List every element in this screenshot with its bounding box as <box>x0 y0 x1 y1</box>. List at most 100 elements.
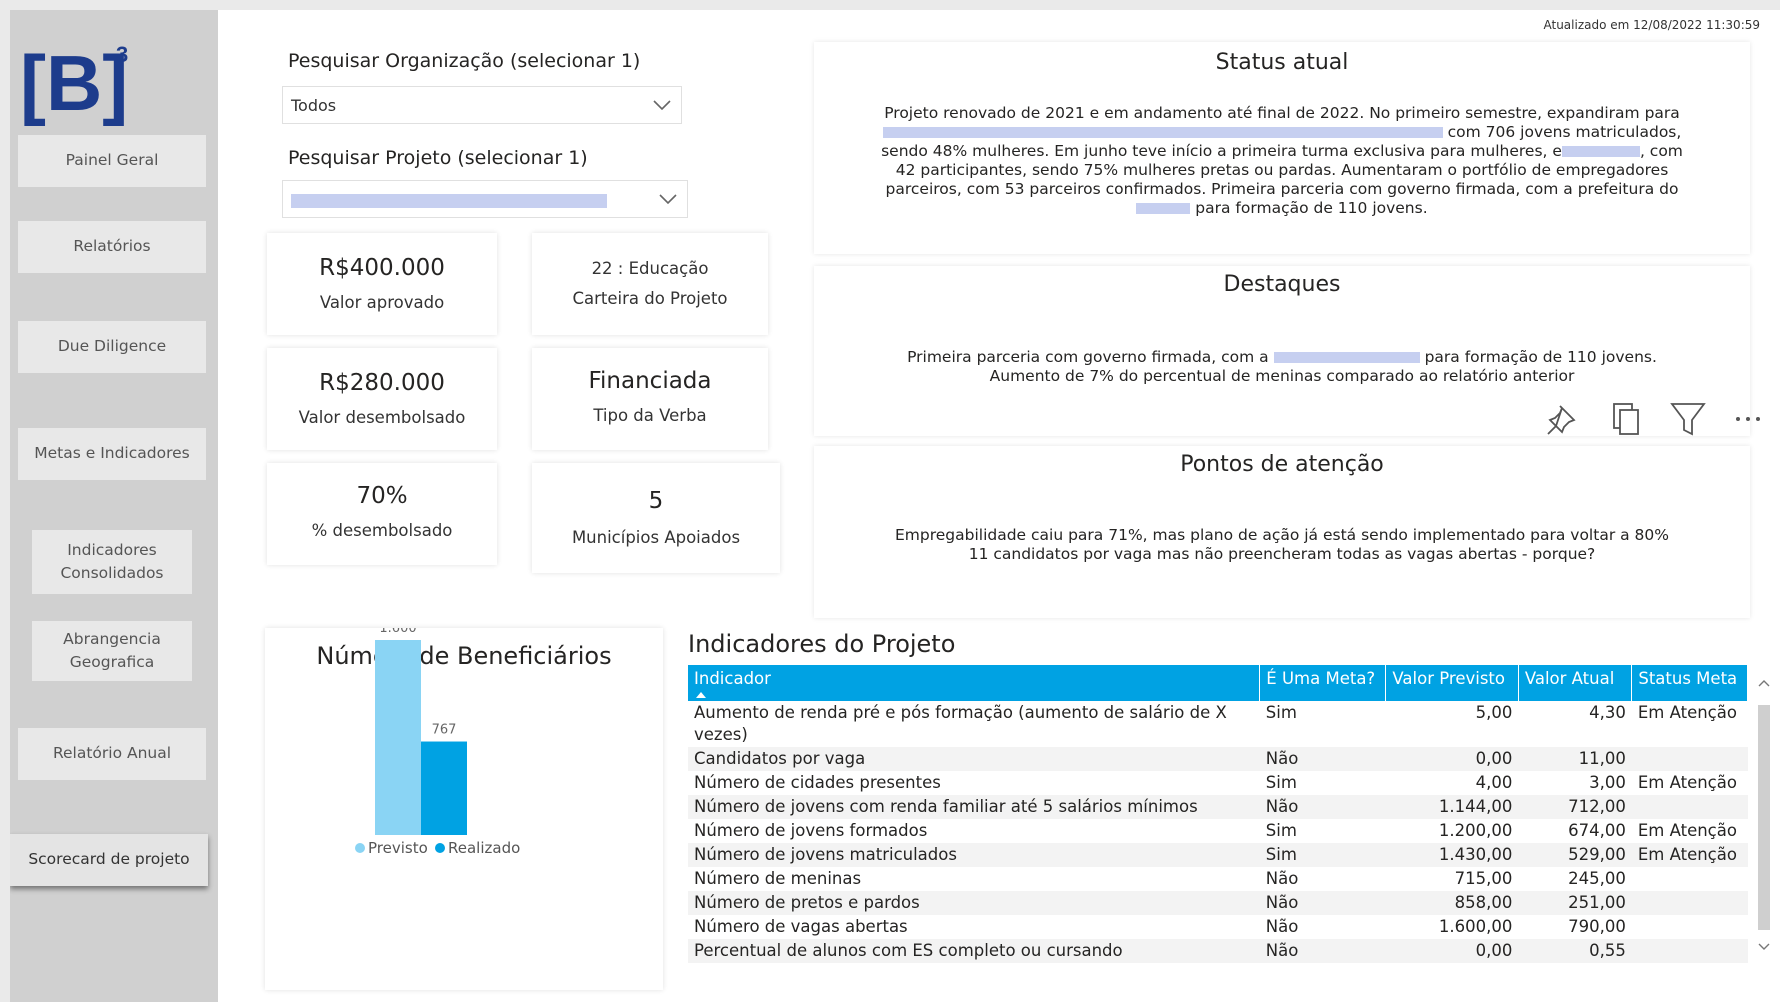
cell-meta: Sim <box>1265 773 1297 792</box>
status-line-text: , com <box>1639 142 1683 160</box>
nav-label: Painel Geral <box>65 151 159 170</box>
cell-previsto: 1.200,00 <box>1438 821 1513 840</box>
table-title: Indicadores do Projeto <box>688 630 956 658</box>
table-row[interactable]: Percentual de alunos com ES completo ou … <box>688 939 1748 963</box>
atencao-text: Empregabilidade caiu para 71%, mas plano… <box>850 526 1714 564</box>
nav-metas-indicadores[interactable]: Metas e Indicadores <box>18 428 206 480</box>
cell-indicador: Aumento de renda pré e pós formação (aum… <box>694 703 1227 744</box>
cell-previsto: 0,00 <box>1385 747 1519 771</box>
atencao-line: 11 candidatos por vaga mas não preencher… <box>968 545 1596 563</box>
scroll-down-icon[interactable] <box>1758 942 1770 952</box>
status-line: com 706 jovens matriculados, <box>850 123 1714 142</box>
cell-previsto: 1.600,00 <box>1438 917 1513 936</box>
filter-icon[interactable] <box>1670 403 1706 436</box>
nav-relatorios[interactable]: Relatórios <box>18 221 206 273</box>
nav-scorecard-projeto[interactable]: Scorecard de projeto <box>10 834 208 886</box>
bar-previsto[interactable] <box>375 640 421 835</box>
column-header-previsto[interactable]: Valor Previsto <box>1385 665 1519 701</box>
column-header-label: Valor Previsto <box>1392 669 1505 688</box>
table-row[interactable]: Candidatos por vaga Não 0,00 11,00 <box>688 747 1748 771</box>
nav-relatorio-anual[interactable]: Relatório Anual <box>18 728 206 780</box>
cell-status: Em Atenção <box>1637 703 1737 722</box>
cell-previsto: 4,00 <box>1475 773 1513 792</box>
cell-atual: 245,00 <box>1568 869 1626 888</box>
panel-pontos-atencao: Pontos de atenção Empregabilidade caiu p… <box>814 446 1750 618</box>
logo-text: [B] <box>20 39 128 127</box>
more-options-icon[interactable] <box>1736 417 1760 421</box>
column-header-label: É Uma Meta? <box>1266 669 1376 688</box>
destaques-line-text: para formação de 110 jovens. <box>1424 348 1657 366</box>
cell-meta: Sim <box>1265 703 1297 722</box>
table-row[interactable]: Número de vagas abertas Não 1.600,00 790,00 <box>688 915 1748 939</box>
nav-abrangencia-geografica[interactable]: Abrangencia Geografica <box>32 621 192 681</box>
sort-ascending-icon <box>696 692 706 698</box>
org-dropdown[interactable]: Todos <box>282 86 682 124</box>
column-header-label: Status Meta <box>1638 669 1738 688</box>
redacted-text <box>1136 203 1191 214</box>
cell-meta: Não <box>1265 917 1299 936</box>
column-header-indicador[interactable]: Indicador <box>688 665 1261 701</box>
card-label: Tipo da Verba <box>593 406 707 425</box>
org-filter-title: Pesquisar Organização (selecionar 1) <box>288 50 641 72</box>
cell-previsto: 1.430,00 <box>1385 843 1519 867</box>
card-carteira-projeto: 22 : Educação Carteira do Projeto <box>532 233 768 335</box>
copy-icon[interactable] <box>1613 403 1639 435</box>
destaques-line-text: Primeira parceria com governo firmada, c… <box>907 348 1269 366</box>
scroll-up-icon[interactable] <box>1758 678 1770 688</box>
cell-status: Em Atenção <box>1631 843 1748 867</box>
status-line-text: sendo 48% mulheres. Em junho teve início… <box>881 142 1562 160</box>
redacted-text <box>1273 352 1420 363</box>
column-header-label: Valor Atual <box>1524 669 1615 688</box>
card-value: Financiada <box>588 368 712 394</box>
cell-status <box>1631 891 1748 915</box>
project-filter-title: Pesquisar Projeto (selecionar 1) <box>288 147 588 169</box>
table-row[interactable]: Número de meninas Não 715,00 245,00 <box>688 867 1748 891</box>
table-row[interactable]: Número de pretos e pardos Não 858,00 251,00 <box>688 891 1748 915</box>
pin-icon[interactable] <box>1547 405 1576 435</box>
status-line-text: com 706 jovens matriculados, <box>1447 123 1682 141</box>
table-scrollbar-thumb[interactable] <box>1758 705 1770 930</box>
nav-due-diligence[interactable]: Due Diligence <box>18 321 206 373</box>
project-dropdown[interactable] <box>282 180 688 218</box>
card-label: Carteira do Projeto <box>572 289 728 308</box>
nav-painel-geral[interactable]: Painel Geral <box>18 135 206 187</box>
column-header-status[interactable]: Status Meta <box>1631 665 1748 701</box>
cell-previsto: 715,00 <box>1454 869 1513 888</box>
cell-atual: 4,30 <box>1589 703 1626 722</box>
redacted-project-name <box>291 194 607 208</box>
nav-label: Scorecard de projeto <box>28 850 190 869</box>
cell-meta: Não <box>1259 939 1386 963</box>
table-row[interactable]: Número de jovens matriculados Sim 1.430,00… <box>688 843 1748 867</box>
cell-atual: 0,55 <box>1518 939 1632 963</box>
table-row[interactable]: Número de jovens com renda familiar até … <box>688 795 1748 819</box>
status-line-text: para formação de 110 jovens. <box>1195 199 1428 217</box>
logo-superscript: 3 <box>116 42 128 67</box>
cell-indicador: Número de pretos e pardos <box>688 891 1260 915</box>
table-row[interactable]: Aumento de renda pré e pós formação (aum… <box>688 701 1748 747</box>
card-tipo-verba: Financiada Tipo da Verba <box>532 348 768 450</box>
bar-chart-svg: 1.600 767 Previsto Realizado <box>355 628 520 857</box>
status-line: 42 participantes, sendo 75% mulheres pre… <box>895 161 1669 179</box>
cell-meta: Sim <box>1259 843 1386 867</box>
cell-indicador: Percentual de alunos com ES completo ou … <box>688 939 1260 963</box>
panel-title: Status atual <box>1215 50 1349 75</box>
legend-item[interactable]: Realizado <box>448 839 520 857</box>
table-row[interactable]: Número de jovens formados Sim 1.200,00 674,… <box>688 819 1748 843</box>
bar-realizado[interactable] <box>421 741 467 835</box>
cell-meta: Não <box>1259 891 1386 915</box>
legend-item[interactable]: Previsto <box>368 839 428 857</box>
cell-status <box>1631 747 1748 771</box>
nav-label: Relatório Anual <box>52 744 172 763</box>
card-label: Valor aprovado <box>319 293 445 312</box>
cell-status <box>1631 939 1748 963</box>
atencao-line: Empregabilidade caiu para 71%, mas plano… <box>894 526 1669 544</box>
nav-label: Metas e Indicadores <box>34 444 190 463</box>
status-line: parceiros, com 53 parceiros confirmados.… <box>885 180 1679 198</box>
column-header-atual[interactable]: Valor Atual <box>1518 665 1633 701</box>
nav-label: Relatórios <box>73 237 151 256</box>
table-row[interactable]: Número de cidades presentes Sim 4,00 3,00 Em… <box>688 771 1748 795</box>
card-value: 22 : Educação <box>591 259 709 278</box>
column-header-meta[interactable]: É Uma Meta? <box>1259 665 1387 701</box>
card-valor-desembolsado: R$280.000 Valor desembolsado <box>267 348 497 450</box>
nav-indicadores-consolidados[interactable]: Indicadores Consolidados <box>32 530 192 594</box>
